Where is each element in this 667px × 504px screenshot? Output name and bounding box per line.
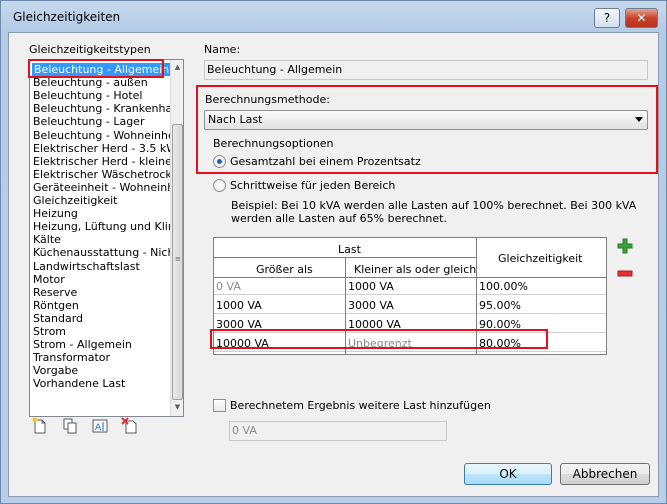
name-value: Beleuchtung - Allgemein xyxy=(207,63,343,76)
option-stepwise-label[interactable]: Schrittweise für jeden Bereich xyxy=(230,179,395,192)
list-item[interactable]: Strom xyxy=(33,325,66,338)
scroll-down-icon[interactable]: ▼ xyxy=(172,401,183,414)
table-cell-greater[interactable]: 0 VA xyxy=(214,279,345,295)
option-stepwise-radio[interactable] xyxy=(213,179,226,192)
new-type-icon[interactable] xyxy=(31,417,49,435)
help-icon: ? xyxy=(603,11,611,25)
header-factor: Gleichzeitigkeit xyxy=(498,252,583,265)
table-cell-greater[interactable]: 1000 VA xyxy=(214,298,345,314)
scroll-grip-icon: ≡ xyxy=(175,255,181,263)
svg-text:A: A xyxy=(95,423,102,433)
additional-load-value: 0 VA xyxy=(232,424,257,437)
types-label: Gleichzeitigkeitstypen xyxy=(29,43,151,56)
list-item[interactable]: Röntgen xyxy=(33,299,79,312)
window-title: Gleichzeitigkeiten xyxy=(13,10,121,24)
list-item[interactable]: Elektrischer Wäschetrockn xyxy=(33,168,179,181)
list-item[interactable]: Elektrischer Herd - kleiner a xyxy=(33,155,183,168)
list-item[interactable]: Heizung, Lüftung und Klima xyxy=(33,220,183,233)
list-item[interactable]: Beleuchtung - Hotel xyxy=(33,89,142,102)
highlight-last-row xyxy=(210,329,548,349)
title-bar: Gleichzeitigkeiten ? ✕ xyxy=(1,1,666,31)
add-row-icon[interactable] xyxy=(617,238,633,254)
types-list-scrollbar[interactable]: ▲ ≡ ▼ xyxy=(170,60,183,416)
highlight-method-section xyxy=(196,85,658,174)
list-item[interactable]: Beleuchtung - Wohneinheit xyxy=(33,129,182,142)
list-item[interactable]: Beleuchtung - Lager xyxy=(33,115,144,128)
ok-button[interactable]: OK xyxy=(464,463,552,485)
table-cell-factor[interactable]: 100.00% xyxy=(477,279,606,295)
additional-load-label[interactable]: Berechnetem Ergebnis weitere Last hinzuf… xyxy=(230,399,491,412)
additional-load-field[interactable]: 0 VA xyxy=(229,421,447,441)
list-item[interactable]: Heizung xyxy=(33,207,78,220)
header-greater: Größer als xyxy=(256,263,313,276)
delete-type-icon[interactable] xyxy=(121,417,139,435)
list-item[interactable]: Motor xyxy=(33,273,65,286)
help-button[interactable]: ? xyxy=(594,8,620,28)
additional-load-checkbox[interactable] xyxy=(213,399,226,412)
header-less: Kleiner als oder gleich xyxy=(354,263,477,276)
scroll-thumb[interactable]: ≡ xyxy=(172,124,183,400)
list-item[interactable]: Gleichzeitigkeit xyxy=(33,194,118,207)
list-item[interactable]: Elektrischer Herd - 3.5 kW xyxy=(33,142,177,155)
dialog-window: Gleichzeitigkeiten ? ✕ Gleichzeitigkeits… xyxy=(0,0,667,504)
rename-type-icon[interactable]: A xyxy=(91,417,109,435)
list-item[interactable]: Vorgabe xyxy=(33,364,78,377)
cancel-button[interactable]: Abbrechen xyxy=(560,463,650,485)
table-cell-less[interactable]: 1000 VA xyxy=(346,279,476,295)
example-line-2: werden alle Lasten auf 65% berechnet. xyxy=(231,212,447,225)
types-list[interactable]: Beleuchtung - Allgemein Beleuchtung - auß… xyxy=(29,59,184,417)
list-item[interactable]: Transformator xyxy=(33,351,110,364)
name-field[interactable]: Beleuchtung - Allgemein xyxy=(204,60,648,80)
close-icon: ✕ xyxy=(636,11,647,25)
close-button[interactable]: ✕ xyxy=(625,8,658,28)
name-label: Name: xyxy=(204,43,241,56)
scroll-up-icon[interactable]: ▲ xyxy=(172,61,183,74)
example-line-1: Beispiel: Bei 10 kVA werden alle Lasten … xyxy=(231,199,637,212)
list-item[interactable]: Beleuchtung - Krankenhau xyxy=(33,102,179,115)
remove-row-icon[interactable] xyxy=(617,269,633,279)
list-item[interactable]: Vorhandene Last xyxy=(33,377,125,390)
table-cell-less[interactable]: 3000 VA xyxy=(346,298,476,314)
list-item[interactable]: Reserve xyxy=(33,286,77,299)
list-item[interactable]: Strom - Allgemein xyxy=(33,338,132,351)
list-item[interactable]: Geräteeinheit - Wohneinhe xyxy=(33,181,181,194)
list-item[interactable]: Standard xyxy=(33,312,83,325)
dialog-client-area: Gleichzeitigkeitstypen Beleuchtung - All… xyxy=(8,32,659,497)
list-item[interactable]: Küchenausstattung - Nicht- xyxy=(33,246,183,259)
header-last: Last xyxy=(338,243,361,256)
list-item[interactable]: Kälte xyxy=(33,233,61,246)
highlight-selected-type xyxy=(28,59,164,78)
table-cell-factor[interactable]: 95.00% xyxy=(477,298,606,314)
list-item[interactable]: Beleuchtung - außen xyxy=(33,76,148,89)
header-bottom-line xyxy=(214,277,606,278)
list-item[interactable]: Landwirtschaftslast xyxy=(33,260,140,273)
duplicate-type-icon[interactable] xyxy=(61,417,79,435)
